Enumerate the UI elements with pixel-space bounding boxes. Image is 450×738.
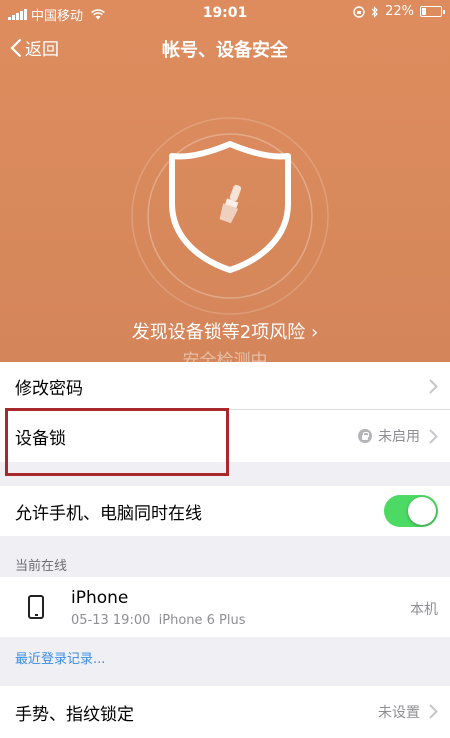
recent-login-link[interactable]: 最近登录记录... (15, 648, 105, 667)
device-model: iPhone 6 Plus (158, 613, 246, 628)
device-time: 05-13 19:00 (71, 613, 151, 628)
nav-bar: 返回 帐号、设备安全 (0, 28, 450, 68)
device-lock-status: 未启用 (358, 426, 420, 446)
status-right: 22% (353, 4, 445, 19)
battery-percent: 22% (385, 4, 414, 19)
simultaneous-online-toggle[interactable] (384, 495, 438, 527)
change-password-label: 修改密码 (15, 378, 83, 399)
rotation-lock-icon (353, 5, 365, 18)
simultaneous-online-label: 允许手机、电脑同时在线 (15, 503, 202, 524)
broom-icon (219, 184, 242, 224)
gesture-lock-status: 未设置 (378, 705, 420, 721)
bluetooth-icon (371, 5, 378, 18)
gesture-lock-label: 手势、指纹锁定 (15, 704, 134, 725)
change-password-row[interactable]: 修改密码 (0, 362, 450, 410)
simultaneous-online-row: 允许手机、电脑同时在线 (0, 486, 450, 536)
section-title-current-online: 当前在线 (15, 559, 68, 574)
status-bar: 中国移动 19:01 22% (0, 0, 450, 26)
chevron-right-icon (429, 429, 438, 444)
page-title: 帐号、设备安全 (162, 40, 288, 61)
device-meta: 05-13 19:00 iPhone 6 Plus (71, 613, 246, 628)
phone-icon (28, 595, 44, 619)
chevron-right-icon (429, 379, 438, 394)
gesture-lock-row[interactable]: 手势、指纹锁定 未设置 (0, 686, 450, 738)
device-row[interactable]: iPhone 05-13 19:00 iPhone 6 Plus 本机 (0, 577, 450, 637)
device-tag: 本机 (410, 602, 438, 618)
chevron-right-icon: › (310, 322, 319, 343)
gesture-lock-group: 手势、指纹锁定 未设置 (0, 686, 450, 738)
shield-icon (169, 141, 291, 273)
device-lock-label: 设备锁 (15, 428, 66, 449)
device-lock-status-text: 未启用 (378, 429, 420, 445)
online-setting-group: 允许手机、电脑同时在线 (0, 486, 450, 536)
chevron-right-icon (429, 704, 438, 719)
security-settings-group: 修改密码 设备锁 未启用 (0, 362, 450, 462)
device-lock-row[interactable]: 设备锁 未启用 (0, 410, 450, 462)
risk-summary-text: 发现设备锁等2项风险 (131, 322, 306, 343)
security-hero: 中国移动 19:01 22% 返回 帐号、设备安全 发现设备锁等2项风险 › 安… (0, 0, 450, 362)
battery-icon (420, 6, 445, 17)
device-name: iPhone (71, 588, 129, 608)
checking-status: 安全检测中 (182, 351, 268, 362)
lock-icon (358, 429, 372, 443)
risk-summary-link[interactable]: 发现设备锁等2项风险 › (0, 318, 450, 344)
